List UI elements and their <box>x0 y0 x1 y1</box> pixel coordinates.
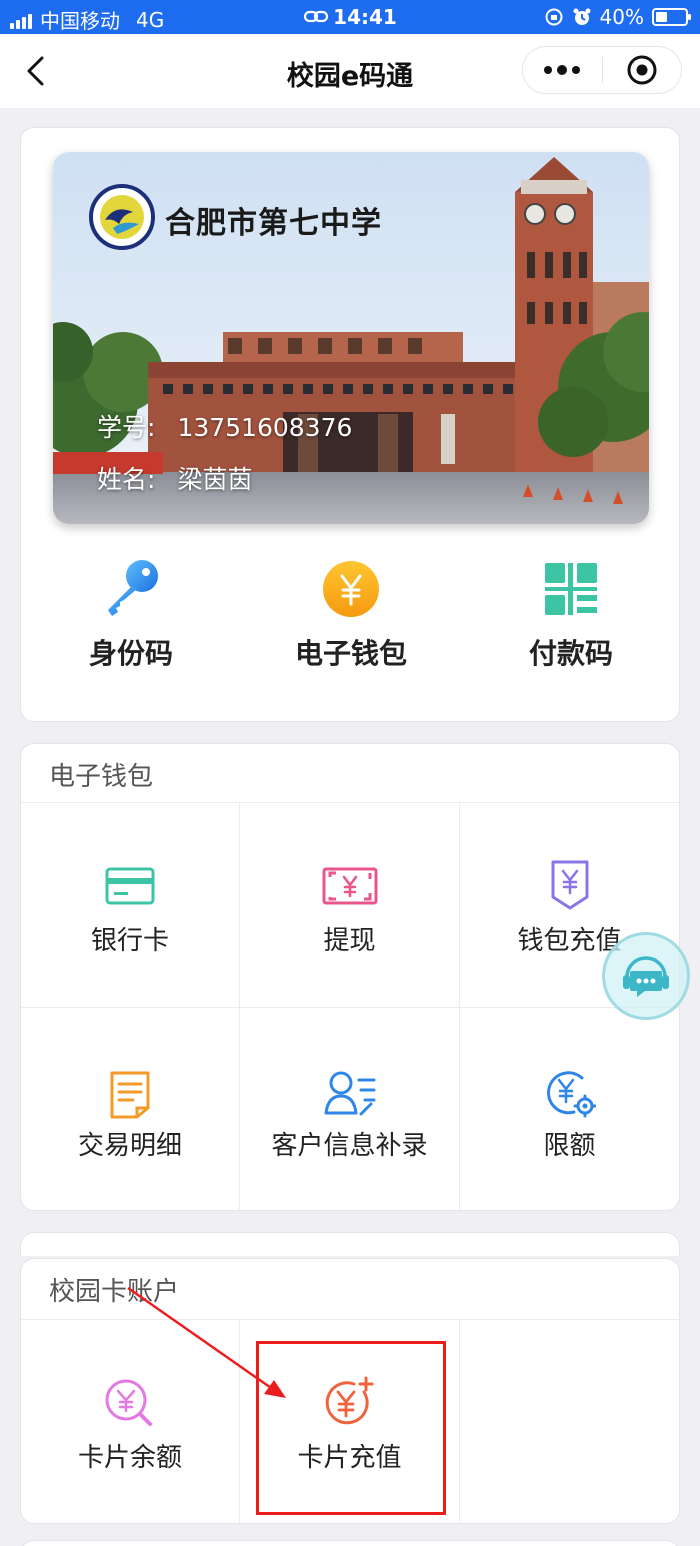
wallet-recharge-icon <box>551 860 588 910</box>
student-id-line: 学号: 13751608376 <box>97 408 352 444</box>
bank-card-icon <box>105 867 155 905</box>
school-name: 合肥市第七中学 <box>165 206 382 241</box>
close-miniprogram-icon[interactable] <box>603 47 682 93</box>
campus-account-section-title: 校园卡账户 <box>49 1277 180 1307</box>
bank-card-label: 银行卡 <box>90 926 169 956</box>
status-bar: 中国移动 4G 14:41 40% <box>0 0 700 34</box>
payment-code-label: 付款码 <box>528 637 613 670</box>
identity-code-label: 身份码 <box>88 637 173 670</box>
payment-code-button[interactable]: 付款码 <box>461 558 681 672</box>
clock-time: 14:41 <box>333 5 397 29</box>
card-balance-icon <box>105 1379 152 1426</box>
transaction-detail-icon <box>110 1071 150 1119</box>
yuan-coin-icon <box>323 561 379 617</box>
e-wallet-section: 电子钱包 银行卡 提现 钱包充值 交易明细 客户信息补录 限额 <box>20 743 681 1213</box>
e-wallet-section-title: 电子钱包 <box>49 762 154 792</box>
e-wallet-grid: 银行卡 提现 钱包充值 交易明细 客户信息补录 限额 <box>21 802 681 1213</box>
campus-card[interactable]: 合肥市第七中学 学号: 13751608376 姓名: 梁茵茵 <box>53 152 649 524</box>
customer-service-button[interactable] <box>602 932 690 1020</box>
limit-button[interactable]: 限额 <box>460 1008 679 1213</box>
alarm-clock-icon <box>573 8 591 25</box>
key-icon <box>108 560 158 616</box>
card-balance-label: 卡片余额 <box>77 1443 182 1473</box>
battery-icon <box>652 8 691 26</box>
withdraw-icon <box>322 867 377 905</box>
limit-settings-icon <box>546 1071 596 1118</box>
customer-info-button[interactable]: 客户信息补录 <box>240 1008 460 1213</box>
miniprogram-capsule <box>522 46 682 94</box>
e-wallet-button[interactable]: 电子钱包 <box>241 558 461 672</box>
headset-chat-icon <box>623 956 669 997</box>
student-name-label: 姓名: <box>97 465 156 494</box>
school-emblem-logo <box>89 184 155 250</box>
transaction-detail-button[interactable]: 交易明细 <box>21 1008 240 1213</box>
student-id-label: 学号: <box>97 413 156 442</box>
qr-code-icon <box>545 563 597 615</box>
student-name-value: 梁茵茵 <box>177 465 253 494</box>
customer-info-label: 客户信息补录 <box>271 1131 428 1161</box>
navigation-bar: 校园e码通 <box>0 34 700 108</box>
limit-label: 限额 <box>543 1131 596 1161</box>
more-options-icon[interactable] <box>523 57 603 83</box>
collapsed-section-edge <box>20 1232 680 1256</box>
bank-card-button[interactable]: 银行卡 <box>21 803 240 1008</box>
transaction-detail-label: 交易明细 <box>77 1131 182 1161</box>
user-info-edit-icon <box>324 1071 375 1116</box>
student-id-value: 13751608376 <box>177 413 353 442</box>
battery-percentage: 40% <box>599 5 644 29</box>
card-balance-button[interactable]: 卡片余额 <box>21 1320 240 1525</box>
link-icon <box>304 10 329 23</box>
campus-card-panel: 合肥市第七中学 学号: 13751608376 姓名: 梁茵茵 身份码 电子钱包… <box>20 127 680 722</box>
identity-code-button[interactable]: 身份码 <box>21 558 241 672</box>
rotation-lock-icon <box>545 8 563 26</box>
student-name-line: 姓名: 梁茵茵 <box>97 460 252 496</box>
highlight-box <box>256 1341 446 1515</box>
withdraw-label: 提现 <box>323 926 376 956</box>
e-wallet-label: 电子钱包 <box>294 637 407 670</box>
empty-cell <box>460 1320 679 1525</box>
next-section-edge <box>20 1540 680 1546</box>
withdraw-button[interactable]: 提现 <box>240 803 460 1008</box>
quick-actions: 身份码 电子钱包 付款码 <box>21 558 681 672</box>
